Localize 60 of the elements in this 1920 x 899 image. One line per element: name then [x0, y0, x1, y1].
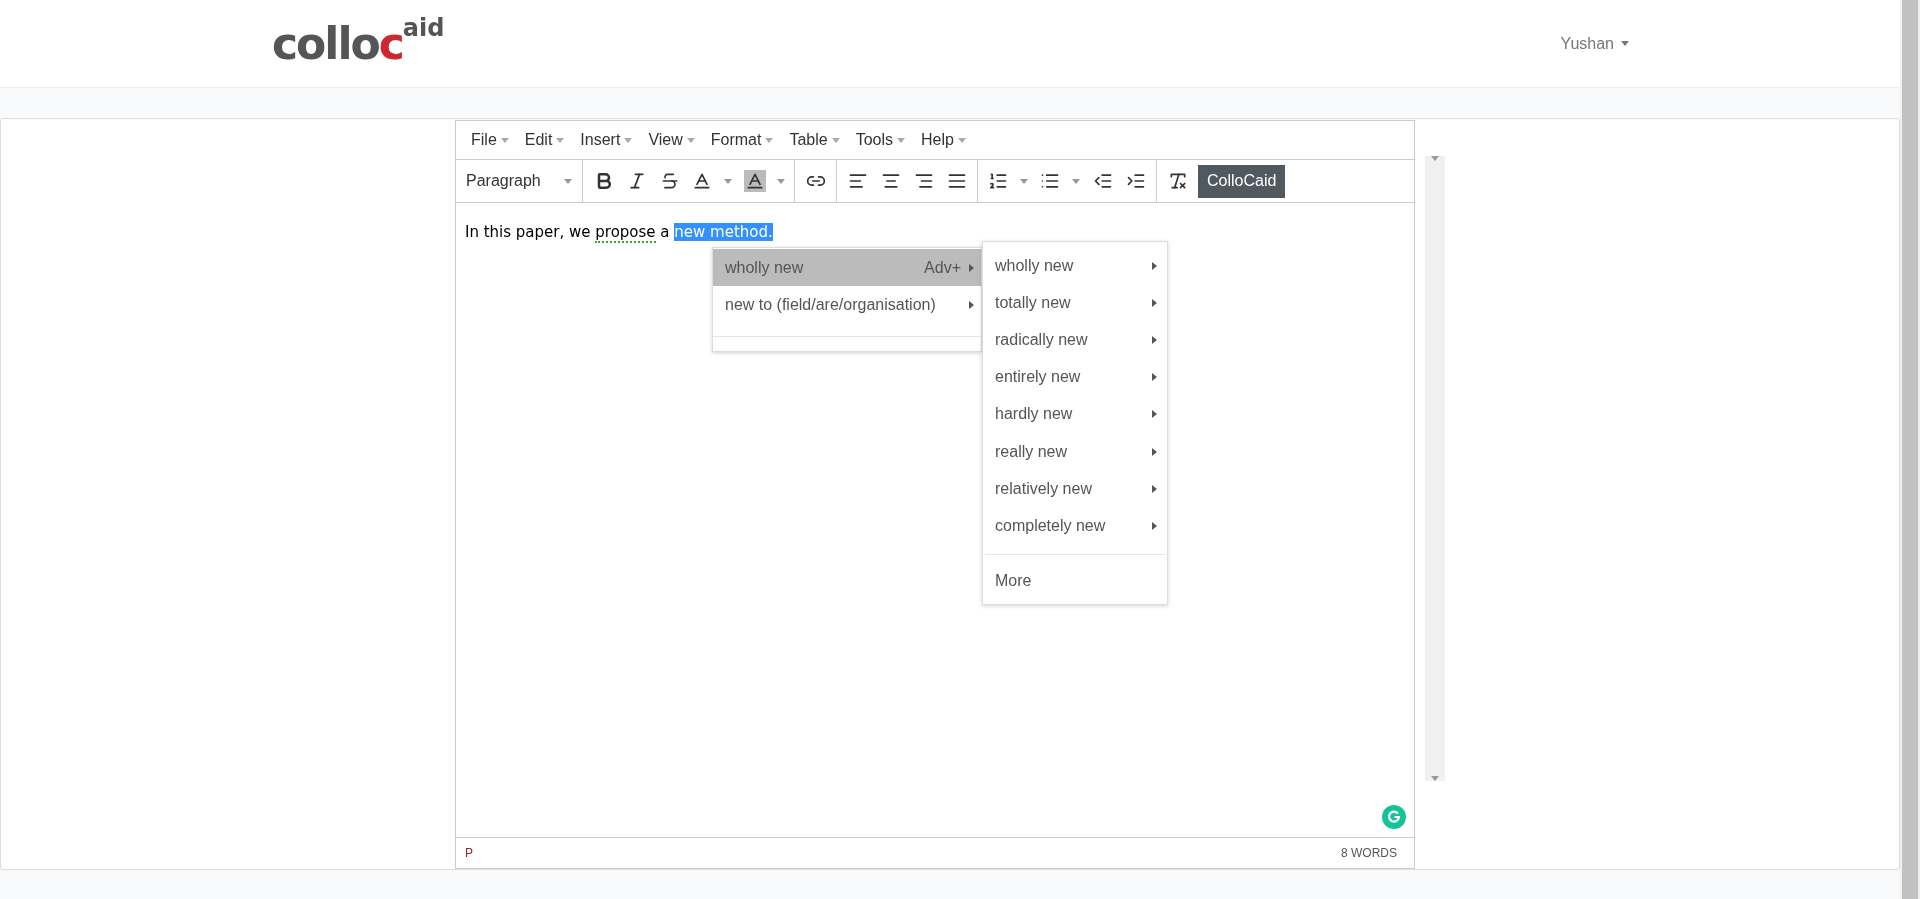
caret-icon: [564, 178, 572, 184]
submenu-item[interactable]: radically new: [983, 321, 1167, 359]
submenu-item[interactable]: entirely new: [983, 358, 1167, 396]
caret-icon: [831, 137, 840, 143]
caret-icon: [765, 137, 774, 143]
submenu-item[interactable]: relatively new: [983, 470, 1167, 508]
align-center-icon: [880, 171, 901, 191]
caret-icon: [624, 137, 633, 143]
caret-icon: [500, 137, 509, 143]
caret-icon: [1431, 156, 1439, 161]
menu-item[interactable]: Format: [703, 127, 781, 153]
bullet-list-icon: [1040, 171, 1060, 191]
caret-icon: [1020, 178, 1028, 184]
caret-icon: [957, 137, 966, 143]
menu-item[interactable]: Insert: [573, 127, 640, 153]
justify-icon: [946, 171, 967, 191]
caret-icon: [776, 178, 785, 184]
caret-icon: [686, 137, 695, 143]
caret-icon: [1152, 373, 1157, 382]
caret-icon: [1152, 521, 1157, 530]
submenu-item[interactable]: hardly new: [983, 395, 1167, 433]
user-menu[interactable]: Yushan: [1560, 34, 1630, 53]
context-menu-item[interactable]: new to (field/are/organisation): [713, 286, 981, 323]
paragraph-select[interactable]: Paragraph: [460, 172, 578, 190]
caret-icon: [1152, 484, 1157, 493]
word-count: 8 WORDS: [1341, 846, 1397, 860]
caret-icon: [1152, 335, 1157, 344]
caret-icon: [1152, 447, 1157, 456]
caret-icon: [556, 137, 565, 143]
caret-icon: [724, 178, 732, 184]
submenu-item[interactable]: totally new: [983, 284, 1167, 322]
caret-icon: [1431, 776, 1439, 781]
editor-text: In this paper, we propose a new method.: [465, 223, 774, 241]
caret-icon: [969, 300, 974, 309]
submenu-item[interactable]: really new: [983, 432, 1167, 471]
caret-icon: [897, 137, 906, 143]
submenu-item[interactable]: completely new: [983, 507, 1167, 545]
align-left-icon: [847, 171, 868, 191]
caret-icon: [1152, 298, 1157, 307]
menu-item[interactable]: Tools: [848, 127, 913, 153]
indent-icon: [1125, 171, 1146, 191]
menu-item[interactable]: File: [464, 127, 516, 153]
more-item[interactable]: More: [983, 562, 1167, 600]
caret-icon: [1072, 178, 1080, 184]
text-color-icon: [692, 171, 712, 191]
menu-item[interactable]: Table: [782, 127, 847, 153]
caret-icon: [1152, 261, 1157, 270]
caret-icon: [969, 263, 974, 272]
element-path[interactable]: P: [465, 846, 473, 860]
context-menu-item[interactable]: wholly new Adv+: [713, 249, 981, 286]
align-right-icon: [913, 171, 934, 191]
outdent-icon: [1092, 171, 1113, 191]
menu-item[interactable]: View: [641, 127, 702, 153]
submenu-item[interactable]: wholly new: [983, 247, 1167, 285]
menu-item[interactable]: Help: [914, 127, 973, 153]
caret-icon: [1152, 410, 1157, 419]
numbered-list-icon: [988, 171, 1008, 191]
caret-icon: [1620, 41, 1630, 46]
collocaid-button[interactable]: ColloCaid: [1198, 164, 1286, 198]
menu-item[interactable]: Edit: [517, 127, 572, 153]
